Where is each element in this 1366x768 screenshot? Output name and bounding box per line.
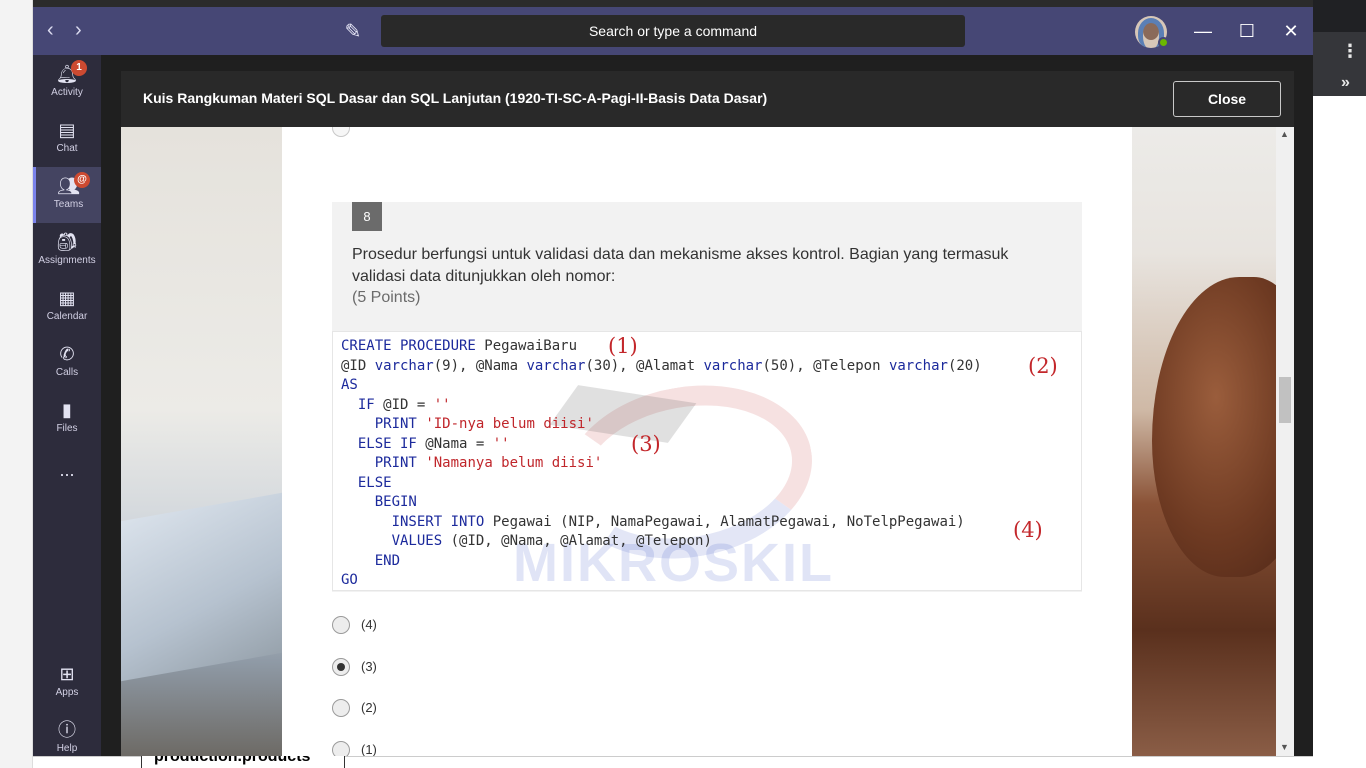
code-line: BEGIN xyxy=(374,494,417,510)
backpack-icon: 🎒︎ xyxy=(55,232,79,252)
code-line: VALUES (@ID, @Nama, @Alamat, @Telepon) xyxy=(391,533,712,549)
rail-item-activity[interactable]: 🔔︎ 1 Activity xyxy=(33,55,101,111)
background-photo-right xyxy=(1132,127,1294,756)
background-arm xyxy=(1152,277,1294,577)
rail-item-assignments[interactable]: 🎒︎ Assignments xyxy=(33,223,101,279)
rail-item-files[interactable]: ▮ Files xyxy=(33,391,101,447)
chat-icon: ▤ xyxy=(58,120,76,140)
quiz-scroll-area[interactable]: 8 Prosedur berfungsi untuk validasi data… xyxy=(121,127,1294,756)
more-icon: ... xyxy=(59,460,75,480)
rail-item-label: Calls xyxy=(55,367,79,378)
desktop-top-strip xyxy=(0,0,1366,7)
option-label: (4) xyxy=(361,617,377,632)
presence-available-icon xyxy=(1158,37,1169,48)
option-label: (3) xyxy=(361,659,377,674)
calendar-icon: ▦ xyxy=(58,288,76,308)
scroll-up-icon[interactable]: ▲ xyxy=(1280,129,1289,139)
code-line: AS xyxy=(341,377,358,393)
background-photo-left xyxy=(121,127,282,756)
radio-button-selected[interactable] xyxy=(332,658,350,676)
code-line: END xyxy=(374,552,401,569)
desktop-bottom-strip: production.products xyxy=(33,747,1313,768)
app-rail: 🔔︎ 1 Activity ▤ Chat 👥︎ @ Teams 🎒︎ Assig… xyxy=(33,55,101,756)
radio-button[interactable] xyxy=(332,616,350,634)
rail-item-label: Help xyxy=(56,743,78,754)
compose-icon[interactable]: ✎ xyxy=(341,19,365,43)
background-paper xyxy=(121,492,282,682)
rail-item-label: Activity xyxy=(51,87,83,98)
option-label: (1) xyxy=(361,742,377,756)
rail-item-calls[interactable]: ✆ Calls xyxy=(33,335,101,391)
code-line: ELSE IF @Nama = '' xyxy=(357,435,510,452)
previous-question-radio[interactable] xyxy=(332,127,350,137)
quiz-modal: Kuis Rangkuman Materi SQL Dasar dan SQL … xyxy=(121,71,1294,756)
question-text: Prosedur berfungsi untuk validasi data d… xyxy=(352,246,1009,285)
question-number: 8 xyxy=(352,202,382,231)
code-line: CREATE PROCEDURE PegawaiBaru xyxy=(341,338,578,354)
code-line: PRINT 'Namanya belum diisi' xyxy=(374,455,603,471)
bookmarks-overflow-icon[interactable]: » xyxy=(1341,74,1350,92)
rail-item-teams[interactable]: 👥︎ @ Teams xyxy=(33,167,101,223)
rail-item-apps[interactable]: ⊞ Apps xyxy=(33,655,101,711)
question-points: (5 Points) xyxy=(352,289,421,306)
rail-item-label: Assignments xyxy=(38,255,96,266)
mention-badge: @ xyxy=(74,172,90,188)
help-icon: ⓘ xyxy=(58,720,76,740)
notification-badge: 1 xyxy=(71,60,87,76)
rail-item-help[interactable]: ⓘ Help xyxy=(33,711,101,767)
question-block: 8 Prosedur berfungsi untuk validasi data… xyxy=(332,202,1082,592)
modal-header: Kuis Rangkuman Materi SQL Dasar dan SQL … xyxy=(121,71,1294,127)
question-code-image: MIKROSKIL CREATE PROCEDURE PegawaiBaru @I… xyxy=(332,331,1082,591)
radio-button[interactable] xyxy=(332,741,350,756)
rail-item-label: Calendar xyxy=(46,311,88,322)
form-card: 8 Prosedur berfungsi untuk validasi data… xyxy=(282,127,1132,756)
scroll-down-icon[interactable]: ▼ xyxy=(1280,742,1289,752)
rail-item-label: Apps xyxy=(55,687,79,698)
annotation-3: (3) xyxy=(631,432,661,456)
rail-item-more[interactable]: ... xyxy=(33,451,101,491)
annotation-1: (1) xyxy=(608,334,638,358)
rail-item-calendar[interactable]: ▦ Calendar xyxy=(33,279,101,335)
browser-tab-strip xyxy=(1313,0,1366,32)
option-label: (2) xyxy=(361,700,377,715)
code-line: GO xyxy=(341,572,358,588)
modal-title: Kuis Rangkuman Materi SQL Dasar dan SQL … xyxy=(143,90,768,106)
rail-item-label: Teams xyxy=(53,199,84,210)
maximize-icon[interactable]: ☐ xyxy=(1235,19,1259,43)
browser-right-edge: ⋮ » xyxy=(1313,0,1366,768)
rail-item-label: Chat xyxy=(56,143,78,154)
annotation-2: (2) xyxy=(1028,354,1058,378)
close-button[interactable]: Close xyxy=(1173,81,1281,117)
browser-menu-icon[interactable]: ⋮ xyxy=(1341,42,1359,60)
close-window-icon[interactable]: ✕ xyxy=(1279,19,1303,43)
file-icon: ▮ xyxy=(62,400,72,420)
sql-code: CREATE PROCEDURE PegawaiBaru @ID varchar(… xyxy=(341,337,982,590)
radio-button[interactable] xyxy=(332,699,350,717)
code-line: INSERT INTO Pegawai (NIP, NamaPegawai, A… xyxy=(391,513,965,530)
search-input[interactable]: Search or type a command xyxy=(381,15,965,47)
code-line: IF @ID = '' xyxy=(357,396,451,413)
annotation-4: (4) xyxy=(1013,518,1043,542)
code-line: @ID varchar(9), @Nama varchar(30), @Alam… xyxy=(341,357,982,374)
scrollbar-thumb[interactable] xyxy=(1279,377,1291,423)
phone-icon: ✆ xyxy=(59,344,75,364)
desktop-left-edge xyxy=(0,0,33,768)
minimize-icon[interactable]: — xyxy=(1191,19,1215,43)
chevron-left-icon[interactable]: ‹ xyxy=(47,19,54,42)
code-line: ELSE xyxy=(357,474,392,491)
rail-item-chat[interactable]: ▤ Chat xyxy=(33,111,101,167)
teams-window: ‹ › ✎ Search or type a command — ☐ ✕ 🔔︎ … xyxy=(33,7,1313,756)
code-line: PRINT 'ID-nya belum diisi' xyxy=(374,416,594,432)
chevron-right-icon[interactable]: › xyxy=(75,19,82,42)
apps-icon: ⊞ xyxy=(59,664,75,684)
title-bar: ‹ › ✎ Search or type a command — ☐ ✕ xyxy=(33,7,1313,55)
scrollbar[interactable]: ▲ ▼ xyxy=(1276,127,1294,756)
rail-item-label: Files xyxy=(56,423,78,434)
